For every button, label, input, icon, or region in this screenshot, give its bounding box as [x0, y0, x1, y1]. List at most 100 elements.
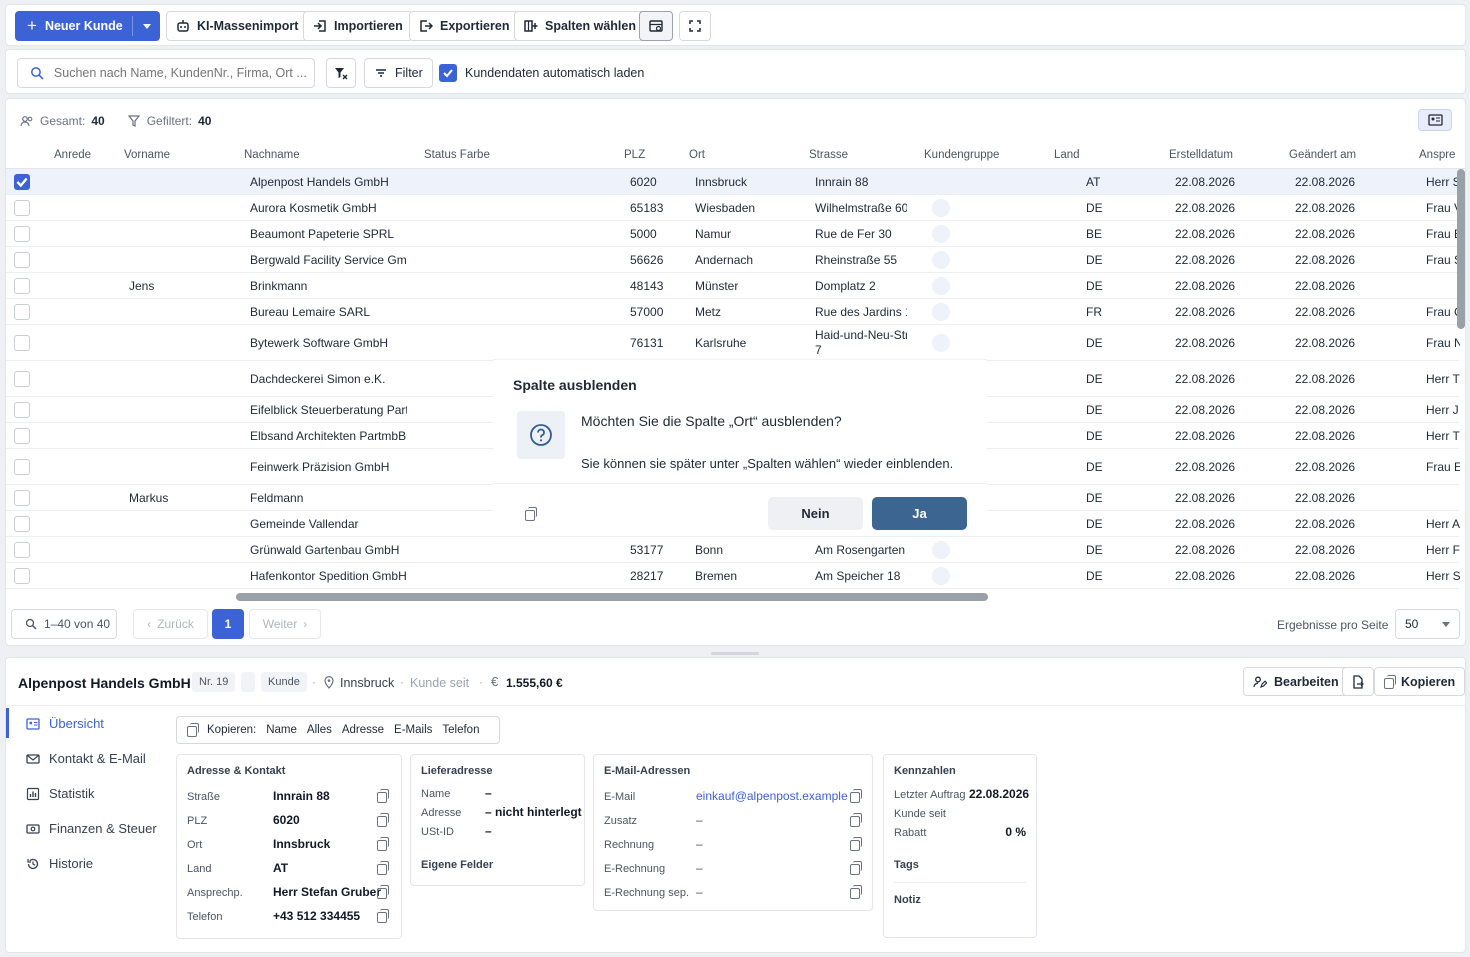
- cell-strasse: Wilhelmstraße 60: [815, 201, 907, 215]
- row-checkbox[interactable]: [14, 174, 30, 190]
- cell-ansprech: Herr T: [1426, 372, 1460, 386]
- copy-icon[interactable]: [377, 789, 389, 803]
- table-row[interactable]: Grünwald Gartenbau GmbH 53177 Bonn Am Rosen…: [6, 537, 1460, 563]
- table-row[interactable]: Beaumont Papeterie SPRL 5000 Namur Rue de F…: [6, 221, 1460, 247]
- card-view-toggle[interactable]: [1418, 109, 1452, 131]
- cell-strasse: Domplatz 2: [815, 279, 876, 293]
- import-button[interactable]: Importieren: [303, 11, 413, 41]
- filter-button[interactable]: Filter: [364, 58, 433, 88]
- row-checkbox[interactable]: [14, 304, 30, 320]
- export-button[interactable]: Exportieren: [409, 11, 520, 41]
- copy-icon[interactable]: [850, 861, 862, 875]
- per-page-select[interactable]: 50: [1395, 609, 1460, 639]
- copy-icon[interactable]: [377, 861, 389, 875]
- table-row[interactable]: Jens Brinkmann 48143 Münster Domplatz 2 DE 22.…: [6, 273, 1459, 299]
- row-checkbox[interactable]: [14, 371, 30, 387]
- panel-resize-handle[interactable]: [711, 652, 759, 655]
- row-checkbox[interactable]: [14, 459, 30, 475]
- row-checkbox[interactable]: [14, 542, 30, 558]
- copy-icon[interactable]: [377, 909, 389, 923]
- row-checkbox[interactable]: [14, 568, 30, 584]
- cell-plz: 56626: [630, 253, 664, 267]
- export-pdf-button[interactable]: [1342, 667, 1374, 696]
- cell-strasse-line2: 7: [815, 343, 822, 357]
- col-erstelldatum[interactable]: Erstelldatum: [1169, 142, 1233, 169]
- copy-icon[interactable]: [525, 507, 537, 521]
- nav-uebersicht[interactable]: Übersicht: [26, 716, 104, 731]
- copy-emails-button[interactable]: E-Mails: [394, 724, 432, 736]
- col-status-farbe[interactable]: Status Farbe: [424, 142, 490, 169]
- nav-finanzen[interactable]: Finanzen & Steuer: [26, 821, 157, 836]
- cell-erstellt: 22.08.2026: [1175, 429, 1236, 443]
- next-label: Weiter: [262, 617, 298, 631]
- nav-statistik[interactable]: Statistik: [26, 786, 95, 801]
- new-customer-dropdown[interactable]: [132, 16, 160, 36]
- new-customer-button[interactable]: + Neuer Kunde: [15, 11, 160, 41]
- yes-button[interactable]: Ja: [872, 497, 967, 530]
- row-checkbox[interactable]: [14, 252, 30, 268]
- col-anrede[interactable]: Anrede: [54, 142, 91, 169]
- search-icon: [31, 67, 44, 80]
- row-checkbox[interactable]: [14, 428, 30, 444]
- copy-icon[interactable]: [377, 813, 389, 827]
- col-land[interactable]: Land: [1054, 142, 1080, 169]
- page-1-button[interactable]: 1: [212, 609, 244, 639]
- table-row[interactable]: Bergwald Facility Service GmbH 56626 Ander…: [6, 247, 1460, 273]
- columns-button[interactable]: Spalten wählen: [514, 11, 646, 41]
- table-row[interactable]: Alpenpost Handels GmbH 6020 Innsbruck Innra…: [6, 169, 1460, 195]
- copy-icon[interactable]: [850, 837, 862, 851]
- ai-import-button[interactable]: KI-Massenimport: [166, 11, 309, 41]
- copy-all-button[interactable]: Alles: [307, 724, 332, 736]
- row-checkbox[interactable]: [14, 402, 30, 418]
- copy-customer-button[interactable]: Kopieren: [1374, 667, 1465, 696]
- nav-historie[interactable]: Historie: [26, 856, 93, 871]
- copy-phone-button[interactable]: Telefon: [442, 724, 479, 736]
- per-page-value: 50: [1405, 617, 1419, 631]
- col-strasse[interactable]: Strasse: [809, 142, 848, 169]
- table-row[interactable]: Hafenkontor Spedition GmbH 28217 Bremen Am …: [6, 563, 1460, 589]
- col-geaendert-am[interactable]: Geändert am: [1289, 142, 1356, 169]
- nav-kontakt[interactable]: Kontakt & E-Mail: [26, 751, 146, 766]
- dialog-divider: [493, 483, 987, 484]
- vertical-scrollbar[interactable]: [1457, 169, 1465, 329]
- horizontal-scrollbar[interactable]: [236, 593, 988, 601]
- row-checkbox[interactable]: [14, 335, 30, 351]
- per-page-label: Ergebnisse pro Seite: [1277, 618, 1389, 632]
- user-edit-icon: [1253, 676, 1267, 688]
- field-value[interactable]: einkauf@alpenpost.example: [696, 789, 848, 803]
- search-input[interactable]: [53, 66, 314, 80]
- clear-filter-button[interactable]: [326, 58, 356, 88]
- row-checkbox[interactable]: [14, 278, 30, 294]
- copy-icon[interactable]: [377, 885, 389, 899]
- copy-icon[interactable]: [850, 813, 862, 827]
- row-checkbox[interactable]: [14, 200, 30, 216]
- copy-name-button[interactable]: Name: [266, 724, 297, 736]
- copy-icon[interactable]: [377, 837, 389, 851]
- next-page-button[interactable]: Weiter ›: [249, 609, 321, 639]
- copy-icon[interactable]: [850, 885, 862, 899]
- col-vorname[interactable]: Vorname: [124, 142, 170, 169]
- row-checkbox[interactable]: [14, 226, 30, 242]
- col-nachname[interactable]: Nachname: [244, 142, 300, 169]
- nav-label: Kontakt & E-Mail: [49, 751, 146, 766]
- search-field[interactable]: [17, 58, 315, 88]
- col-ansprechpartner[interactable]: Anspre: [1419, 142, 1455, 169]
- col-plz[interactable]: PLZ: [624, 142, 645, 169]
- copy-icon[interactable]: [850, 789, 862, 803]
- row-checkbox[interactable]: [14, 490, 30, 506]
- edit-button[interactable]: Bearbeiten: [1243, 667, 1349, 696]
- table-row[interactable]: Bureau Lemaire SARL 57000 Metz Rue des Jard…: [6, 299, 1460, 325]
- fullscreen-button[interactable]: [679, 11, 711, 41]
- table-row[interactable]: Aurora Kosmetik GmbH 65183 Wiesbaden Wilhel…: [6, 195, 1460, 221]
- col-ort[interactable]: Ort: [689, 142, 705, 169]
- cell-nachname: Feldmann: [250, 491, 304, 505]
- prev-page-button[interactable]: ‹ Zurück: [133, 609, 208, 639]
- col-kundengruppe[interactable]: Kundengruppe: [924, 142, 999, 169]
- copy-address-button[interactable]: Adresse: [342, 724, 384, 736]
- layout-settings-button[interactable]: [639, 11, 673, 41]
- filtered-label: Gefiltert:: [146, 114, 193, 128]
- row-checkbox[interactable]: [14, 516, 30, 532]
- table-row[interactable]: Bytewerk Software GmbH 76131 Karlsruhe Haid…: [6, 325, 1460, 361]
- no-button[interactable]: Nein: [768, 497, 863, 530]
- autoload-checkbox[interactable]: [439, 64, 457, 82]
